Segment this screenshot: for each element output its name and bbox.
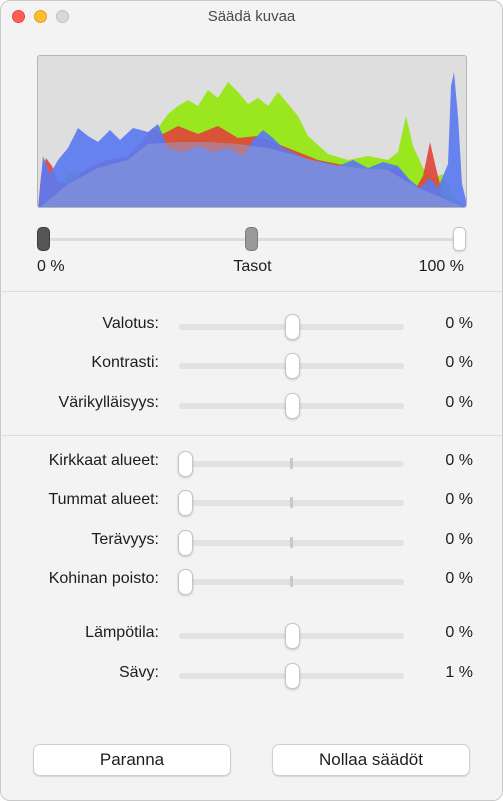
noise-reduction-value: 0 % (445, 570, 473, 587)
saturation-label: Värikylläisyys: (58, 394, 159, 411)
highlights-center-tick (290, 458, 293, 469)
tint-slider-knob[interactable] (285, 663, 300, 689)
histogram (37, 55, 467, 208)
sharpness-value: 0 % (445, 531, 473, 548)
window-title: Säädä kuvaa (207, 8, 296, 25)
levels-max-label: 100 % (418, 258, 464, 275)
title-bar: Säädä kuvaa (1, 1, 502, 33)
highlights-row: Kirkkaat alueet: 0 % (1, 451, 502, 477)
exposure-value: 0 % (445, 315, 473, 332)
noise-reduction-center-tick (290, 576, 293, 587)
shadows-label: Tummat alueet: (48, 491, 159, 508)
contrast-row: Kontrasti: 0 % (1, 353, 502, 379)
saturation-row: Värikylläisyys: 0 % (1, 393, 502, 419)
noise-reduction-label: Kohinan poisto: (48, 570, 159, 587)
sharpness-label: Terävyys: (91, 531, 159, 548)
highlights-slider-knob[interactable] (178, 451, 193, 477)
highlights-value: 0 % (445, 452, 473, 469)
shadows-slider-knob[interactable] (178, 490, 193, 516)
temperature-slider-knob[interactable] (285, 623, 300, 649)
levels-black-point-handle[interactable] (37, 227, 50, 251)
exposure-label: Valotus: (102, 315, 159, 332)
noise-reduction-slider-knob[interactable] (178, 569, 193, 595)
contrast-label: Kontrasti: (91, 354, 159, 371)
shadows-center-tick (290, 497, 293, 508)
highlights-label: Kirkkaat alueet: (48, 452, 159, 469)
shadows-value: 0 % (445, 491, 473, 508)
temperature-label: Lämpötila: (85, 624, 159, 641)
shadows-row: Tummat alueet: 0 % (1, 490, 502, 516)
exposure-row: Valotus: 0 % (1, 314, 502, 340)
contrast-slider-knob[interactable] (285, 353, 300, 379)
noise-reduction-row: Kohinan poisto: 0 % (1, 569, 502, 595)
exposure-slider-knob[interactable] (285, 314, 300, 340)
temperature-value: 0 % (445, 624, 473, 641)
temperature-row: Lämpötila: 0 % (1, 623, 502, 649)
saturation-value: 0 % (445, 394, 473, 411)
adjust-image-window: Säädä kuvaa 0 % Tasot 100 % Valotus: 0 %… (0, 0, 503, 801)
enhance-button[interactable]: Paranna (33, 744, 231, 776)
saturation-slider-knob[interactable] (285, 393, 300, 419)
contrast-value: 0 % (445, 354, 473, 371)
reset-adjustments-button[interactable]: Nollaa säädöt (272, 744, 470, 776)
tint-value: 1 % (445, 664, 473, 681)
levels-midtone-handle[interactable] (245, 227, 258, 251)
tint-row: Sävy: 1 % (1, 663, 502, 689)
sharpness-center-tick (290, 537, 293, 548)
section-divider (2, 291, 502, 292)
section-divider (2, 435, 502, 436)
levels-white-point-handle[interactable] (453, 227, 466, 251)
sharpness-slider-knob[interactable] (178, 530, 193, 556)
sharpness-row: Terävyys: 0 % (1, 530, 502, 556)
tint-label: Sävy: (118, 664, 159, 681)
